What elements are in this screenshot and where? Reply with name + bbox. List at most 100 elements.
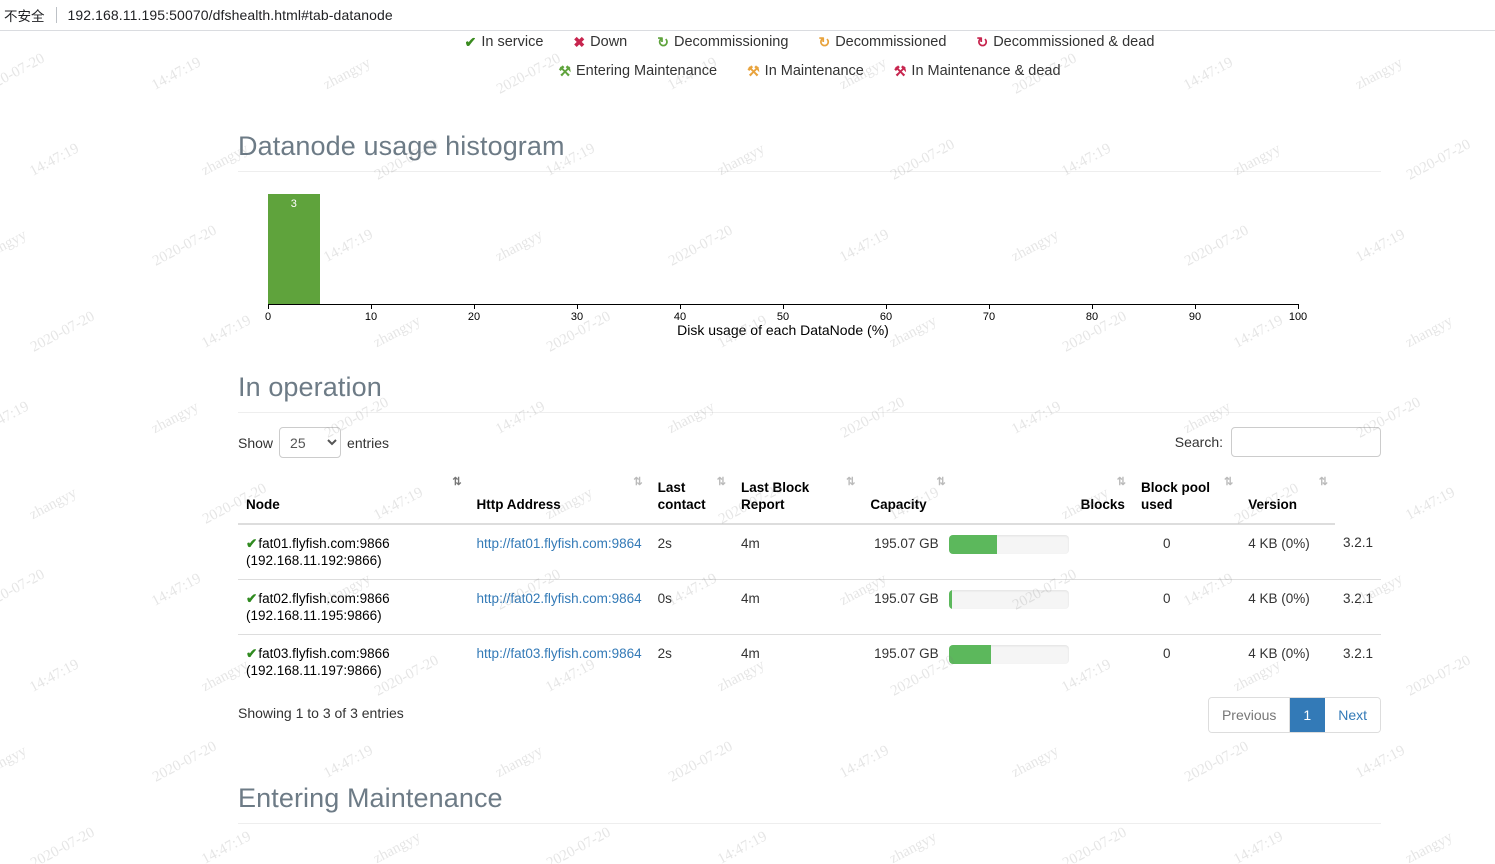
cell-capacity-value: 195.07 GB xyxy=(862,634,949,689)
histogram-bar-value-label: 3 xyxy=(290,198,297,210)
node-ip-address: (192.168.11.197:9866) xyxy=(246,663,382,678)
cell-node: ✔fat01.flyfish.com:9866 (192.168.11.192:9… xyxy=(238,524,469,580)
axis-tick xyxy=(886,304,887,309)
datatable-info: Showing 1 to 3 of 3 entries xyxy=(238,705,404,721)
column-header-node[interactable]: Node ⇅ xyxy=(238,471,469,525)
pagination-page-1-button[interactable]: 1 xyxy=(1290,698,1326,732)
datanode-usage-histogram: 3 0 10 20 30 40 50 60 70 80 90 100 Disk usage of e… xyxy=(238,182,1381,342)
cell-http-address: http://fat03.flyfish.com:9864 xyxy=(468,634,650,689)
axis-tick xyxy=(680,304,681,309)
address-bar-divider xyxy=(55,7,57,23)
search-label: Search: xyxy=(1174,434,1223,450)
datanode-http-link[interactable]: http://fat01.flyfish.com:9864 xyxy=(477,536,642,551)
cell-http-address: http://fat01.flyfish.com:9864 xyxy=(469,524,650,580)
column-header-version[interactable]: Version ⇅ xyxy=(1240,471,1335,525)
column-header-last-block-report[interactable]: Last Block Report ⇅ xyxy=(732,471,863,525)
cell-last-block-report: 4m xyxy=(732,634,863,689)
column-header-blocks[interactable]: Blocks ⇅ xyxy=(948,471,1133,525)
node-hostname: fat01.flyfish.com:9866 xyxy=(258,536,390,551)
cell-capacity-bar xyxy=(948,634,1133,689)
column-label-line2: used xyxy=(1140,497,1173,512)
security-status-label: 不安全 xyxy=(4,9,45,25)
cell-http-address: http://fat02.flyfish.com:9864 xyxy=(468,579,650,635)
datanode-table-body: ✔ fat01.flyfish.com:9866 (192.168.11.192:9… xyxy=(238,524,1381,689)
pagination-next-button[interactable]: Next xyxy=(1325,698,1380,732)
sort-both-icon[interactable]: ⇅ xyxy=(936,477,945,488)
cell-last-contact: 0s xyxy=(649,579,733,635)
histogram-title: Datanode usage histogram xyxy=(238,131,565,161)
sort-both-icon[interactable]: ⇅ xyxy=(846,477,855,488)
sort-both-icon[interactable]: ⇅ xyxy=(1319,477,1328,488)
pagination: Previous 1 Next xyxy=(1207,697,1381,733)
in-operation-section-header: In operation xyxy=(238,372,1381,413)
search-input[interactable] xyxy=(1231,427,1381,457)
axis-tick xyxy=(474,304,475,309)
cell-version: 3.2.1 xyxy=(1334,579,1381,635)
entries-label: entries xyxy=(347,434,390,451)
node-hostname: fat03.flyfish.com:9866 xyxy=(258,646,390,661)
sort-both-icon[interactable]: ⇅ xyxy=(1117,477,1126,488)
cell-blocks: 0 xyxy=(1132,579,1241,635)
table-header-row: Node ⇅ Http Address ⇅ Last contact ⇅ Las… xyxy=(238,471,1381,525)
column-label: Version xyxy=(1248,497,1298,512)
sort-desc-icon[interactable]: ⇅ xyxy=(452,477,461,488)
datanode-http-link[interactable]: http://fat02.flyfish.com:9864 xyxy=(477,591,642,606)
show-label: Show xyxy=(238,434,274,451)
cell-blocks: 0 xyxy=(1132,634,1241,689)
column-label-line2: Report xyxy=(740,497,785,512)
cell-capacity-bar xyxy=(948,579,1133,635)
axis-tick xyxy=(1195,304,1196,309)
cell-capacity-value: 195.07 GB xyxy=(874,536,939,551)
search-control: Search: xyxy=(1175,427,1381,457)
column-label: Http Address xyxy=(476,497,561,512)
browser-address-bar: 不安全 192.168.11.195:50070/dfshealth.html#… xyxy=(0,0,1495,31)
sort-both-icon[interactable]: ⇅ xyxy=(633,477,642,488)
column-header-capacity[interactable]: Capacity ⇅ xyxy=(862,471,949,525)
node-ip-address: (192.168.11.192:9866) xyxy=(246,553,382,568)
table-row: ✔fat02.flyfish.com:9866 (192.168.11.195:9… xyxy=(238,579,1381,635)
column-label-line1: Last Block xyxy=(740,480,810,495)
column-label-line1: Block pool xyxy=(1140,480,1210,495)
column-label-line2: contact xyxy=(657,497,706,512)
capacity-progress-bar xyxy=(948,535,1069,554)
column-header-http-address[interactable]: Http Address ⇅ xyxy=(468,471,650,525)
cell-block-pool-used: 4 KB (0%) xyxy=(1240,634,1335,689)
entries-length-control: Show 25 entries xyxy=(238,427,389,458)
status-check-icon: ✔ xyxy=(246,591,258,606)
axis-tick xyxy=(783,304,784,309)
cell-block-pool-used: 4 KB (0%) xyxy=(1248,536,1310,551)
datanode-table-head: Node ⇅ Http Address ⇅ Last contact ⇅ Las… xyxy=(238,471,1381,525)
page-content: ✔ In service ✖ Down ↻ Decommissioning ↻ Deco… xyxy=(0,31,1495,864)
capacity-progress-bar xyxy=(948,645,1069,664)
datanode-http-link[interactable]: http://fat03.flyfish.com:9864 xyxy=(477,646,642,661)
column-header-last-contact[interactable]: Last contact ⇅ xyxy=(649,471,733,525)
column-label: Blocks xyxy=(1080,497,1125,512)
histogram-x-axis: 0 10 20 30 40 50 60 70 80 90 100 xyxy=(265,304,1307,323)
cell-node: ✔fat02.flyfish.com:9866 (192.168.11.195:9… xyxy=(238,579,469,635)
cell-capacity-bar xyxy=(948,524,1133,580)
datanode-table: Node ⇅ Http Address ⇅ Last contact ⇅ Las… xyxy=(238,471,1381,689)
column-label-line1: Last xyxy=(657,480,686,495)
column-header-block-pool-used[interactable]: Block pool used ⇅ xyxy=(1132,471,1241,525)
sort-both-icon[interactable]: ⇅ xyxy=(1224,477,1233,488)
histogram-plot-area: 3 xyxy=(268,194,1298,304)
column-label: Capacity xyxy=(870,497,927,512)
in-operation-title: In operation xyxy=(238,372,382,402)
entries-per-page-select[interactable]: 25 xyxy=(279,427,342,458)
cell-blocks: 0 xyxy=(1162,536,1171,551)
histogram-section-header: Datanode usage histogram xyxy=(238,131,1381,172)
cell-version: 3.2.1 xyxy=(1334,634,1381,689)
pagination-previous-button[interactable]: Previous xyxy=(1208,698,1291,732)
histogram-x-axis-label: Disk usage of each DataNode (%) xyxy=(677,322,889,338)
node-hostname: fat02.flyfish.com:9866 xyxy=(258,591,390,606)
column-label: Node xyxy=(246,497,280,512)
cell-last-contact: 2s xyxy=(657,536,672,551)
cell-version: 3.2.1 xyxy=(1342,535,1373,550)
datatable-footer: Showing 1 to 3 of 3 entries Previous 1 N… xyxy=(238,697,1381,747)
cell-last-contact: 2s xyxy=(649,634,733,689)
address-bar-url[interactable]: 192.168.11.195:50070/dfshealth.html#tab-… xyxy=(68,7,393,23)
sort-both-icon[interactable]: ⇅ xyxy=(717,477,726,488)
axis-tick xyxy=(1298,304,1299,309)
capacity-progress-bar xyxy=(948,590,1069,609)
capacity-progress-fill xyxy=(948,535,997,554)
